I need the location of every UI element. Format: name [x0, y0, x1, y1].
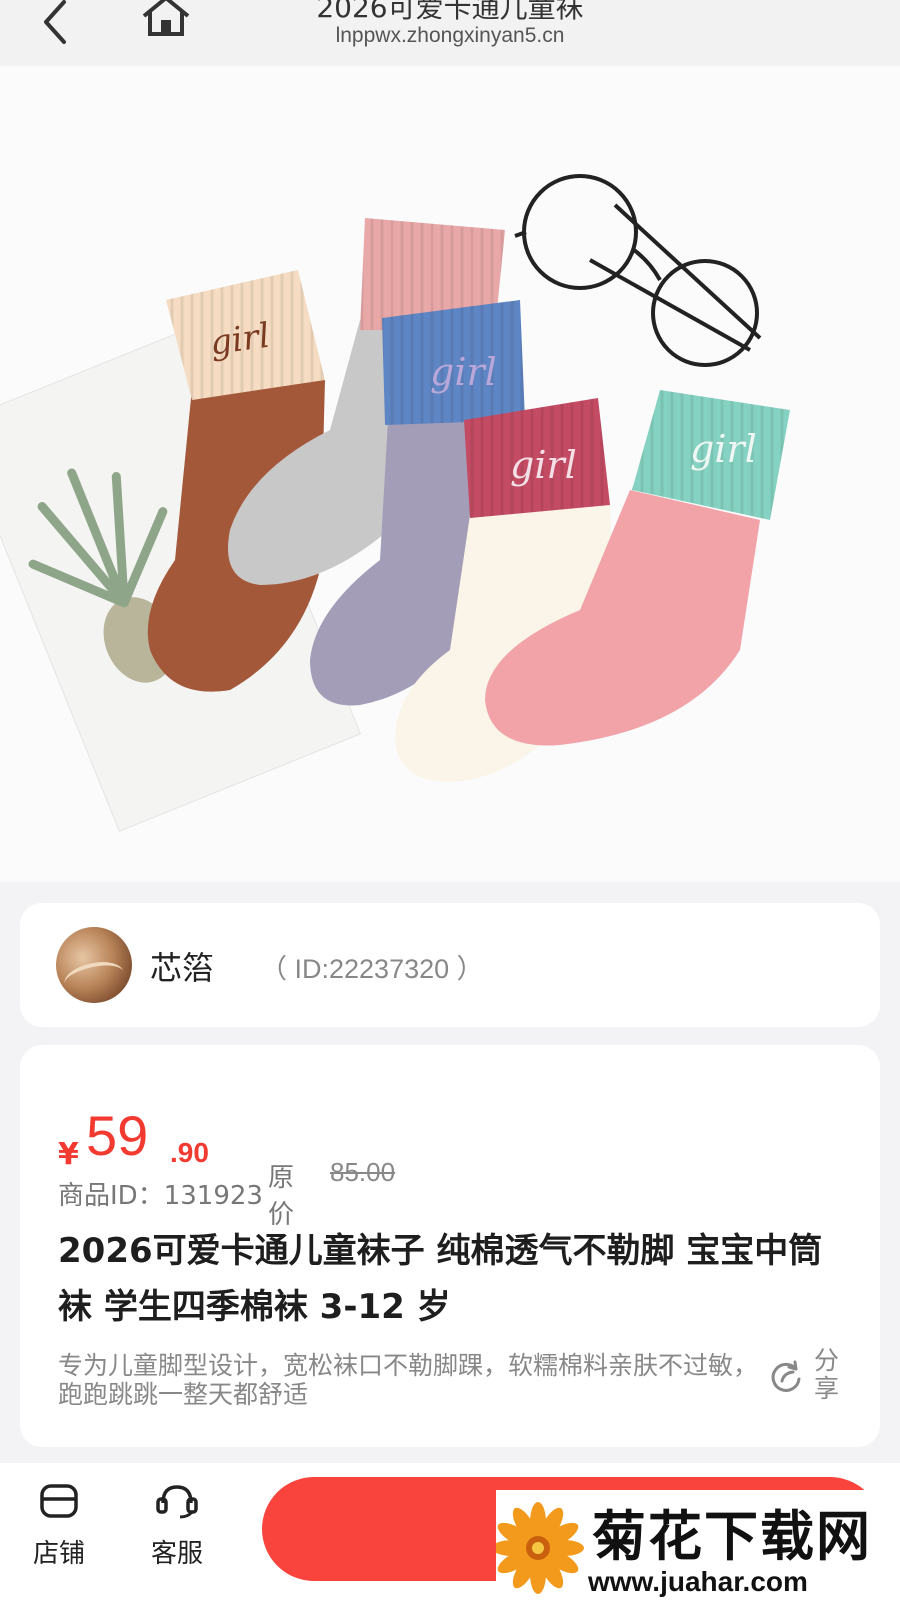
top-bar: 2026可爱卡通儿童袜 lnppwx.zhongxinyan5.cn — [0, 0, 900, 66]
home-icon — [142, 0, 190, 36]
store-label: 店铺 — [32, 1539, 85, 1569]
product-info-card: ¥ 59 .90 原价 85.00 商品ID：131923 2026可爱卡通儿童… — [20, 1045, 880, 1447]
product-title: 2026可爱卡通儿童袜子 纯棉透气不勒脚 宝宝中筒袜 学生四季棉袜 3-12 岁 — [58, 1231, 823, 1327]
sock-label: girl — [690, 427, 757, 471]
service-button[interactable]: 客服 — [132, 1483, 222, 1583]
sock-label: girl — [430, 350, 497, 394]
original-price: 85.00 — [330, 1157, 396, 1187]
product-image[interactable]: girl girl girl girl — [0, 66, 900, 882]
store-button[interactable]: 店铺 — [14, 1483, 104, 1583]
page-title: 2026可爱卡通儿童袜 — [316, 0, 584, 24]
share-label: 分享 — [814, 1346, 840, 1403]
headset-icon — [156, 1485, 198, 1519]
chevron-left-icon — [44, 0, 66, 44]
service-label: 客服 — [150, 1539, 203, 1569]
flower-logo-icon — [496, 1502, 584, 1594]
avatar — [56, 927, 132, 1003]
page-url: lnppwx.zhongxinyan5.cn — [335, 24, 565, 47]
sock-label: girl — [510, 443, 577, 487]
socks-photo: girl girl girl girl — [0, 174, 790, 832]
watermark-title: 菊花下载网 — [592, 1505, 872, 1568]
share-icon — [771, 1360, 801, 1392]
product-description: 专为儿童脚型设计，宽松袜口不勒脚踝，软糯棉料亲肤不过敏，跑跑跳跳一整天都舒适 — [58, 1351, 759, 1409]
price-decimal: .90 — [170, 1137, 209, 1168]
home-button[interactable] — [138, 0, 194, 38]
price-currency: ¥ — [58, 1137, 79, 1172]
seller-card[interactable]: 芯箈 （ ID:22237320 ） — [20, 903, 880, 1027]
original-price-label: 原价 — [268, 1163, 295, 1230]
watermark-url: www.juahar.com — [588, 1566, 808, 1597]
store-icon — [40, 1484, 78, 1518]
seller-id: （ ID:22237320 ） — [260, 954, 484, 984]
seller-name: 芯箈 — [150, 949, 215, 987]
back-button[interactable] — [30, 0, 80, 44]
product-id: 商品ID：131923 — [58, 1181, 263, 1211]
glasses — [514, 174, 762, 367]
watermark: 菊花下载网 www.juahar.com — [496, 1490, 900, 1600]
share-button[interactable]: 分享 — [770, 1345, 860, 1405]
price-integer: 59 — [86, 1104, 149, 1167]
sock-label: girl — [208, 316, 273, 364]
